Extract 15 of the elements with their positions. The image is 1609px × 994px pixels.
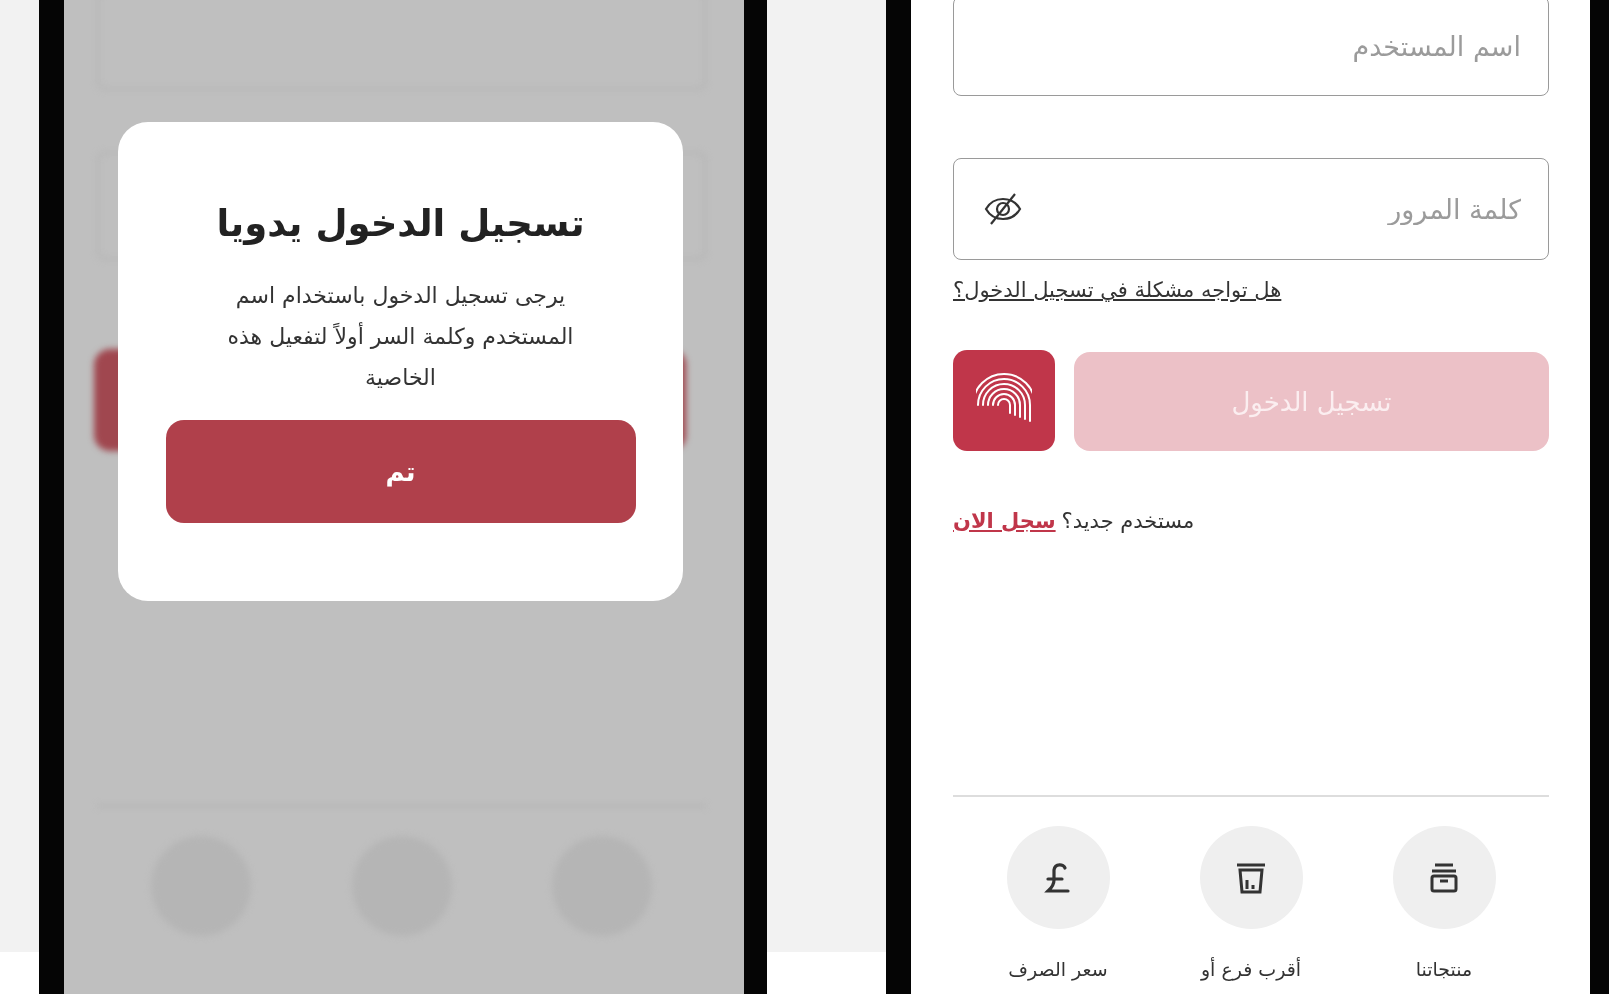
trouble-link[interactable]: هل تواجه مشكلة في تسجيل الدخول؟ [953, 278, 1282, 302]
quick-link[interactable]: منتجاتنا [1349, 826, 1539, 980]
quick-link-label: سعر الصرف [1008, 958, 1108, 980]
quick-link-label: أقرب فرع أو [1200, 958, 1302, 980]
password-field[interactable]: كلمة المرور [953, 158, 1549, 260]
quick-link[interactable]: سعر الصرف [963, 826, 1153, 980]
done-button[interactable]: تم [165, 420, 636, 523]
quick-link[interactable]: أقرب فرع أو [1156, 826, 1346, 980]
dialog-title: تسجيل الدخول يدويا [216, 202, 585, 245]
fingerprint-button[interactable] [953, 350, 1055, 451]
dialog-message: يرجى تسجيل الدخول باستخدام اسم المستخدم وكلمة السر أولاً لتفعيل هذه الخاصية [226, 282, 575, 392]
quick-link-label: منتجاتنا [1415, 958, 1473, 980]
register-prompt: مستخدم جديد؟ [1061, 509, 1195, 533]
username-field[interactable]: اسم المستخدم [953, 0, 1549, 96]
register-link[interactable]: سجل الان [953, 509, 1056, 533]
